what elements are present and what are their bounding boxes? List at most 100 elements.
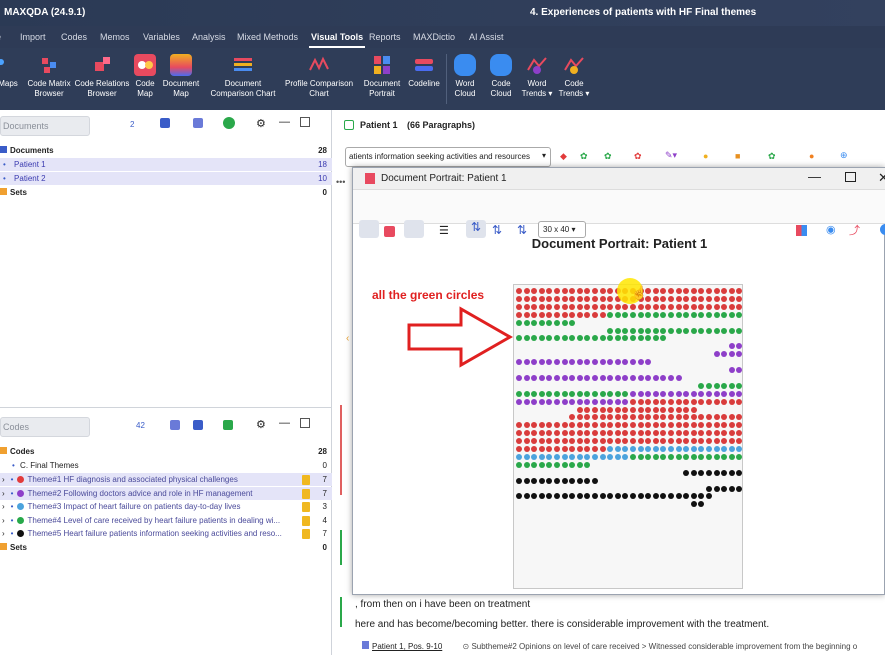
- portrait-dot-red[interactable]: [523, 288, 530, 294]
- portrait-dot-purple[interactable]: [538, 398, 545, 405]
- menu-codes[interactable]: Codes: [61, 32, 87, 42]
- portrait-dot-purple[interactable]: [546, 374, 553, 381]
- portrait-dot-red[interactable]: [706, 295, 712, 302]
- documents-search[interactable]: Documents: [0, 116, 90, 136]
- portrait-dot-red[interactable]: [531, 311, 538, 318]
- portrait-dot-black[interactable]: [546, 493, 553, 500]
- portrait-dot-black[interactable]: [706, 493, 712, 500]
- portrait-dot-green[interactable]: [728, 311, 735, 318]
- portrait-dot-purple[interactable]: [516, 374, 522, 381]
- portrait-dot-purple[interactable]: [630, 374, 636, 381]
- portrait-dot-black[interactable]: [698, 469, 705, 476]
- portrait-dot-red[interactable]: [698, 414, 705, 421]
- gear-icon[interactable]: ⚙: [256, 418, 266, 431]
- portrait-dot-black[interactable]: [683, 493, 690, 500]
- portrait-dot-black[interactable]: [546, 477, 553, 484]
- memo-icon[interactable]: [302, 529, 310, 540]
- portrait-dot-red[interactable]: [561, 311, 568, 318]
- text-line-1[interactable]: , from then on i have been on treatment: [355, 599, 530, 610]
- portrait-titlebar[interactable]: Document Portrait: Patient 1 — ✕: [353, 168, 885, 190]
- portrait-dot-purple[interactable]: [554, 359, 560, 366]
- portrait-dot-red[interactable]: [614, 406, 621, 413]
- portrait-dot-purple[interactable]: [728, 390, 735, 397]
- maximize-icon[interactable]: [845, 172, 856, 182]
- portrait-dot-green[interactable]: [576, 335, 583, 342]
- codeline-button[interactable]: Codeline: [405, 54, 443, 89]
- portrait-dot-purple[interactable]: [637, 390, 644, 397]
- highlight-icon[interactable]: ✿: [634, 151, 642, 162]
- document-portrait-button[interactable]: Document Portrait: [360, 54, 404, 99]
- expand-icon[interactable]: ›: [2, 529, 5, 538]
- portrait-dot-purple[interactable]: [576, 359, 583, 366]
- portrait-dot-purple[interactable]: [698, 390, 705, 397]
- portrait-dot-blue[interactable]: [607, 453, 614, 460]
- portrait-dot-red[interactable]: [630, 303, 636, 310]
- portrait-dot-green[interactable]: [630, 453, 636, 460]
- portrait-dot-red[interactable]: [599, 311, 606, 318]
- portrait-dot-blue[interactable]: [736, 446, 743, 452]
- portrait-dot-red[interactable]: [531, 438, 538, 445]
- portrait-dot-red[interactable]: [713, 422, 720, 429]
- portrait-dot-green[interactable]: [713, 311, 720, 318]
- portrait-dot-blue[interactable]: [569, 453, 576, 460]
- portrait-dot-purple[interactable]: [523, 398, 530, 405]
- portrait-dot-purple[interactable]: [645, 359, 652, 366]
- portrait-dot-red[interactable]: [546, 422, 553, 429]
- portrait-dot-black[interactable]: [668, 493, 674, 500]
- portrait-dot-red[interactable]: [561, 295, 568, 302]
- portrait-dot-red[interactable]: [668, 406, 674, 413]
- coding-stripe-green[interactable]: [340, 530, 342, 565]
- portrait-dot-green[interactable]: [538, 335, 545, 342]
- portrait-dot-green[interactable]: [569, 461, 576, 468]
- portrait-dot-red[interactable]: [554, 288, 560, 294]
- portrait-dot-red[interactable]: [538, 311, 545, 318]
- portrait-dot-blue[interactable]: [645, 446, 652, 452]
- add-circle-icon[interactable]: ⊕: [840, 150, 848, 161]
- portrait-dot-black[interactable]: [576, 477, 583, 484]
- portrait-dot-black[interactable]: [531, 477, 538, 484]
- portrait-dot-red[interactable]: [592, 303, 598, 310]
- portrait-dot-black[interactable]: [660, 493, 667, 500]
- portrait-dot-green[interactable]: [607, 335, 614, 342]
- portrait-dot-red[interactable]: [675, 438, 682, 445]
- code-relations-browser-button[interactable]: Code Relations Browser: [74, 54, 130, 99]
- portrait-dot-red[interactable]: [531, 295, 538, 302]
- portrait-dot-green[interactable]: [561, 390, 568, 397]
- portrait-dot-red[interactable]: [592, 406, 598, 413]
- portrait-dot-green[interactable]: [721, 382, 728, 389]
- portrait-dot-purple[interactable]: [637, 359, 644, 366]
- portrait-dot-black[interactable]: [607, 493, 614, 500]
- portrait-dot-green[interactable]: [721, 311, 728, 318]
- portrait-dot-red[interactable]: [569, 311, 576, 318]
- expand-icon[interactable]: ›: [2, 489, 5, 498]
- maximize-icon[interactable]: [300, 418, 310, 428]
- portrait-dot-blue[interactable]: [637, 446, 644, 452]
- portrait-dot-green[interactable]: [675, 453, 682, 460]
- minimize-icon[interactable]: —: [279, 417, 290, 429]
- portrait-dot-red[interactable]: [690, 295, 697, 302]
- portrait-dot-red[interactable]: [554, 446, 560, 452]
- portrait-dot-red[interactable]: [675, 303, 682, 310]
- portrait-dot-green[interactable]: [523, 335, 530, 342]
- portrait-dot-purple[interactable]: [538, 374, 545, 381]
- portrait-dot-red[interactable]: [607, 406, 614, 413]
- portrait-dot-green[interactable]: [668, 453, 674, 460]
- portrait-dot-red[interactable]: [652, 430, 659, 437]
- portrait-dot-purple[interactable]: [584, 359, 591, 366]
- portrait-dot-blue[interactable]: [721, 446, 728, 452]
- portrait-dot-purple[interactable]: [630, 359, 636, 366]
- portrait-dot-red[interactable]: [523, 446, 530, 452]
- portrait-dot-red[interactable]: [622, 406, 629, 413]
- portrait-dot-red[interactable]: [576, 422, 583, 429]
- portrait-dot-red[interactable]: [516, 422, 522, 429]
- portrait-dot-green[interactable]: [652, 335, 659, 342]
- portrait-dot-red[interactable]: [531, 446, 538, 452]
- menu-variables[interactable]: Variables: [143, 32, 180, 42]
- portrait-dot-red[interactable]: [668, 414, 674, 421]
- portrait-dot-red[interactable]: [599, 438, 606, 445]
- code-system-icon[interactable]: [193, 420, 203, 430]
- portrait-dot-purple[interactable]: [721, 351, 728, 358]
- portrait-dot-blue[interactable]: [683, 446, 690, 452]
- portrait-dot-blue[interactable]: [599, 453, 606, 460]
- codes-root[interactable]: Codes 28: [0, 445, 332, 458]
